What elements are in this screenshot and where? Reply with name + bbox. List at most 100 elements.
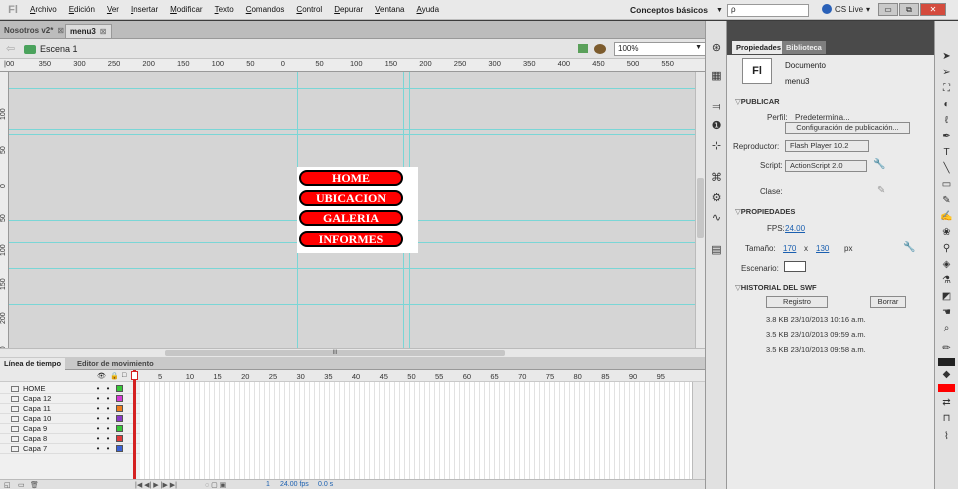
- lock-dot[interactable]: •: [103, 414, 113, 423]
- layer-color-swatch[interactable]: [116, 395, 123, 402]
- tab-biblioteca[interactable]: Biblioteca: [782, 41, 826, 54]
- scroll-thumb[interactable]: III: [165, 350, 505, 356]
- visibility-dot[interactable]: •: [93, 414, 103, 423]
- 3d-rotation-tool-icon[interactable]: ◐: [939, 99, 954, 113]
- onion-skin-icon[interactable]: ◌ ▢ ▣: [205, 481, 226, 489]
- layer-name[interactable]: Capa 12: [23, 394, 93, 403]
- frames-grid[interactable]: [140, 382, 692, 479]
- stroke-color-swatch[interactable]: [938, 358, 955, 366]
- align-icon[interactable]: ⊛: [709, 41, 724, 56]
- layer-row[interactable]: Capa 8 • •: [0, 434, 140, 444]
- outline-icon[interactable]: □: [122, 372, 126, 379]
- visibility-dot[interactable]: •: [93, 404, 103, 413]
- eyedropper-tool-icon[interactable]: ⚗: [939, 275, 954, 289]
- stage-vertical-scrollbar[interactable]: [695, 72, 705, 348]
- delete-layer-icon[interactable]: 🗑: [30, 481, 39, 489]
- edit-symbol-icon[interactable]: [594, 44, 606, 54]
- player-select[interactable]: Flash Player 10.2: [785, 140, 869, 152]
- lasso-tool-icon[interactable]: ℓ: [939, 115, 954, 129]
- playhead-handle[interactable]: [131, 371, 138, 380]
- close-tab-icon[interactable]: ⊠: [100, 27, 107, 36]
- fps-value[interactable]: 24.00: [785, 224, 805, 233]
- script-select[interactable]: ActionScript 2.0: [785, 160, 867, 172]
- eye-icon[interactable]: 👁: [97, 372, 106, 380]
- layer-name[interactable]: HOME: [23, 384, 93, 393]
- snap-icon[interactable]: ⊓: [939, 413, 954, 427]
- visibility-dot[interactable]: •: [93, 394, 103, 403]
- visibility-dot[interactable]: •: [93, 444, 103, 453]
- stage-horizontal-scrollbar[interactable]: III: [0, 348, 705, 357]
- menu-ver[interactable]: Ver: [101, 5, 125, 14]
- playhead[interactable]: [133, 370, 136, 479]
- tab-menu3[interactable]: menu3 ⊠: [65, 24, 112, 38]
- lock-dot[interactable]: •: [103, 424, 113, 433]
- fill-color-swatch[interactable]: [938, 384, 955, 392]
- bone-tool-icon[interactable]: ⚲: [939, 243, 954, 257]
- behaviors-icon[interactable]: ⚙: [709, 191, 724, 206]
- new-layer-icon[interactable]: ◱: [4, 481, 11, 489]
- actions-icon[interactable]: ⌘: [709, 171, 724, 186]
- stroke-color-icon[interactable]: ✏: [939, 343, 954, 357]
- stage-color-swatch[interactable]: [784, 261, 806, 272]
- ubicacion-button[interactable]: UBICACION: [299, 190, 403, 206]
- search-input[interactable]: ρ: [727, 4, 809, 17]
- layer-name[interactable]: Capa 7: [23, 444, 93, 453]
- playback-controls-icon[interactable]: |◀ ◀| ▶ |▶ ▶|: [135, 481, 177, 489]
- lock-icon[interactable]: 🔒: [110, 372, 119, 380]
- scroll-thumb[interactable]: [697, 178, 704, 238]
- pencil-icon[interactable]: ✎: [877, 185, 885, 196]
- layer-row[interactable]: HOME • •: [0, 384, 140, 394]
- layer-color-swatch[interactable]: [116, 405, 123, 412]
- menu-control[interactable]: Control: [290, 5, 328, 14]
- informes-button[interactable]: INFORMES: [299, 231, 403, 247]
- swap-colors-icon[interactable]: ⇄: [939, 397, 954, 411]
- visibility-dot[interactable]: •: [93, 384, 103, 393]
- section-publicar[interactable]: PUBLICAR: [735, 97, 780, 106]
- layer-color-swatch[interactable]: [116, 445, 123, 452]
- deco-tool-icon[interactable]: ❀: [939, 227, 954, 241]
- height-value[interactable]: 130: [816, 244, 829, 253]
- section-historial[interactable]: HISTORIAL DEL SWF: [735, 283, 817, 292]
- layer-name[interactable]: Capa 9: [23, 424, 93, 433]
- menu-ventana[interactable]: Ventana: [369, 5, 410, 14]
- line-tool-icon[interactable]: ╲: [939, 163, 954, 177]
- visibility-dot[interactable]: •: [93, 434, 103, 443]
- width-value[interactable]: 170: [783, 244, 796, 253]
- zoom-tool-icon[interactable]: ⌕: [939, 323, 954, 337]
- close-tab-icon[interactable]: ⊠: [57, 26, 64, 35]
- menu-depurar[interactable]: Depurar: [328, 5, 369, 14]
- minimize-button[interactable]: ▭: [878, 3, 898, 16]
- workspace-switcher[interactable]: Conceptos básicos ▼: [630, 3, 723, 17]
- color-icon[interactable]: ▦: [709, 69, 724, 84]
- menu-ayuda[interactable]: Ayuda: [410, 5, 445, 14]
- selection-tool-icon[interactable]: ➤: [939, 51, 954, 65]
- layer-color-swatch[interactable]: [116, 425, 123, 432]
- back-arrow-icon[interactable]: ⇦: [6, 42, 15, 55]
- close-button[interactable]: ✕: [920, 3, 946, 16]
- pencil-tool-icon[interactable]: ✎: [939, 195, 954, 209]
- menu-insertar[interactable]: Insertar: [125, 5, 164, 14]
- layer-row[interactable]: Capa 10 • •: [0, 414, 140, 424]
- menu-comandos[interactable]: Comandos: [240, 5, 291, 14]
- scene-label[interactable]: Escena 1: [40, 44, 78, 54]
- lock-dot[interactable]: •: [103, 434, 113, 443]
- zoom-select[interactable]: 100% ▼: [614, 42, 706, 56]
- cs-live-button[interactable]: CS Live ▾: [822, 4, 870, 14]
- fill-color-icon[interactable]: ◆: [939, 369, 954, 383]
- tab-nosotros[interactable]: Nosotros v2* ⊠: [0, 24, 69, 38]
- new-folder-icon[interactable]: ▭: [18, 481, 25, 489]
- registro-button[interactable]: Registro: [766, 296, 828, 308]
- smooth-icon[interactable]: ⌇: [939, 431, 954, 445]
- brush-tool-icon[interactable]: ✍: [939, 211, 954, 225]
- eraser-tool-icon[interactable]: ◩: [939, 291, 954, 305]
- pen-tool-icon[interactable]: ✒: [939, 131, 954, 145]
- layer-name[interactable]: Capa 8: [23, 434, 93, 443]
- tab-motion-editor[interactable]: Editor de movimiento: [73, 358, 158, 370]
- align-panel-icon[interactable]: ⫤: [709, 101, 724, 116]
- publish-settings-button[interactable]: Configuración de publicación...: [785, 122, 910, 134]
- wrench-icon[interactable]: 🔧: [903, 242, 915, 253]
- transform-icon[interactable]: ⊹: [709, 139, 724, 154]
- layer-row[interactable]: Capa 11 • •: [0, 404, 140, 414]
- layer-row[interactable]: Capa 7 • •: [0, 444, 140, 454]
- menu-modificar[interactable]: Modificar: [164, 5, 208, 14]
